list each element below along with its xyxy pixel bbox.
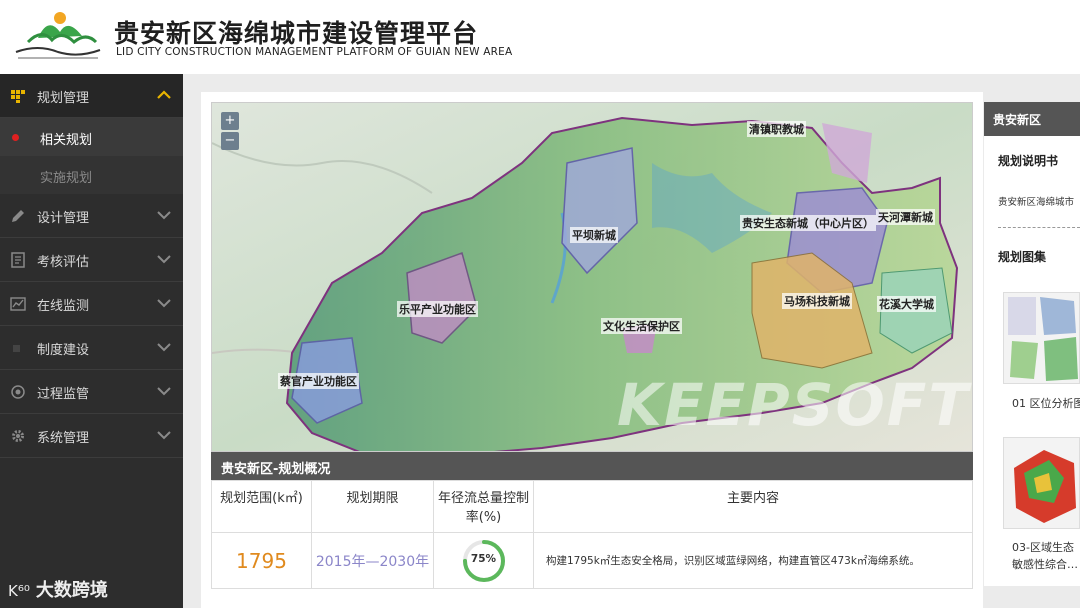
map-label[interactable]: 天河潭新城 [876,209,935,225]
right-panel: 贵安新区 规划说明书 贵安新区海绵城市 规划图集 01 区位分析图 03-区域生… [984,102,1080,586]
map-label[interactable]: 贵安生态新城（中心片区） [740,215,876,231]
sidebar-item-label: 规划管理 [37,91,90,106]
sidebar-item-planning[interactable]: 规划管理 [0,74,183,118]
sidebar-subitem-label: 实施规划 [40,171,93,186]
table-header: 规划期限 [311,480,434,533]
brand-watermark: K⁶⁰ 大数跨境 [8,576,108,602]
sidebar-item-label: 在线监测 [37,299,90,314]
zoom-out-button[interactable]: − [221,132,239,150]
table-row: 1795 2015年—2030年 75% 构建1795k㎡生态安全格局，识别区域… [211,532,973,589]
sidebar-item-label: 系统管理 [37,431,90,446]
map-label[interactable]: 乐平产业功能区 [397,301,478,317]
chevron-down-icon [157,211,171,220]
chart-line-icon [10,297,26,311]
sidebar-item-regulation[interactable]: 制度建设 [0,326,183,370]
chevron-down-icon [157,431,171,440]
right-panel-title: 贵安新区 [984,102,1080,136]
pencil-icon [12,210,24,222]
map-label[interactable]: 蔡官产业功能区 [278,373,359,389]
square-icon [13,345,20,352]
sidebar-subitem-related-plans[interactable]: 相关规划 [0,118,183,156]
target-icon [11,385,25,399]
content-value: 构建1795k㎡生态安全格局，识别区域蓝绿网络，构建直管区473k㎡海绵系统。 [533,532,973,589]
sidebar-item-label: 考核评估 [37,255,90,270]
table-header: 规划范围(k㎡) [211,480,312,533]
platform-title: 贵安新区海绵城市建设管理平台 [114,19,479,48]
city-logo [15,12,101,59]
planning-map[interactable]: + − 清镇职教城 平坝新城 贵安生态新城（中心片区） 天河潭新城 乐平产业功能… [211,102,973,452]
sidebar-item-system[interactable]: 系统管理 [0,414,183,458]
sidebar-subitem-label: 相关规划 [40,133,93,148]
sidebar-item-design[interactable]: 设计管理 [0,194,183,238]
table-header: 主要内容 [533,480,973,533]
chevron-down-icon [157,387,171,396]
plan-doc-link[interactable]: 贵安新区海绵城市 [998,194,1074,208]
map-label[interactable]: 花溪大学城 [877,296,936,312]
brand-text: 大数跨境 [35,580,108,601]
divider [998,227,1080,228]
period-value: 2015年—2030年 [311,532,434,589]
active-dot-icon [12,134,19,141]
sidebar-item-supervision[interactable]: 过程监管 [0,370,183,414]
atlas-thumbnail-image [1014,450,1076,523]
chevron-down-icon [157,343,171,352]
chevron-up-icon [157,90,171,99]
chevron-down-icon [157,255,171,264]
map-label[interactable]: 清镇职教城 [747,121,806,137]
atlas-thumbnail[interactable] [1003,292,1080,384]
sidebar-item-label: 过程监管 [37,387,90,402]
rate-cell: 75% [433,532,534,589]
atlas-thumbnail[interactable] [1003,437,1080,529]
table-header-row: 规划范围(k㎡) 规划期限 年径流总量控制率(%) 主要内容 [211,480,973,533]
atlas-caption[interactable]: 01 区位分析图 [1012,395,1080,412]
sidebar: 规划管理 相关规划 实施规划 设计管理 考核评估 在线监测 制度建设 过程监管 … [0,74,183,608]
sidebar-subitem-implementation-plans[interactable]: 实施规划 [0,156,183,194]
brand-logo-icon: K⁶⁰ [8,582,30,600]
chevron-down-icon [157,299,171,308]
overview-table: 规划范围(k㎡) 规划期限 年径流总量控制率(%) 主要内容 1795 2015… [211,480,973,589]
rate-ring: 75% [461,538,507,584]
table-header: 年径流总量控制率(%) [433,480,534,533]
overview-title: 贵安新区-规划概况 [211,452,973,480]
sidebar-item-assessment[interactable]: 考核评估 [0,238,183,282]
app-header: 贵安新区海绵城市建设管理平台 LID CITY CONSTRUCTION MAN… [0,0,1080,74]
sidebar-item-monitoring[interactable]: 在线监测 [0,282,183,326]
section-plan-doc: 规划说明书 [998,154,1059,168]
zoom-in-button[interactable]: + [221,112,239,130]
section-atlas: 规划图集 [998,250,1047,264]
gear-icon [12,430,24,442]
map-label[interactable]: 文化生活保护区 [601,318,682,334]
grid-icon [11,90,25,103]
range-value: 1795 [211,532,312,589]
atlas-thumbnail-image [1008,297,1078,381]
sidebar-item-label: 设计管理 [37,211,90,226]
map-label[interactable]: 马场科技新城 [782,293,852,309]
platform-subtitle: LID CITY CONSTRUCTION MANAGEMENT PLATFOR… [116,46,513,58]
keepsoft-watermark: KEEPSOFT [617,371,970,439]
sidebar-item-label: 制度建设 [37,343,90,358]
clipboard-icon [11,252,25,268]
rate-label: 75% [470,552,497,565]
atlas-caption[interactable]: 03-区域生态敏感性综合… [1012,539,1080,573]
map-label[interactable]: 平坝新城 [570,227,618,243]
